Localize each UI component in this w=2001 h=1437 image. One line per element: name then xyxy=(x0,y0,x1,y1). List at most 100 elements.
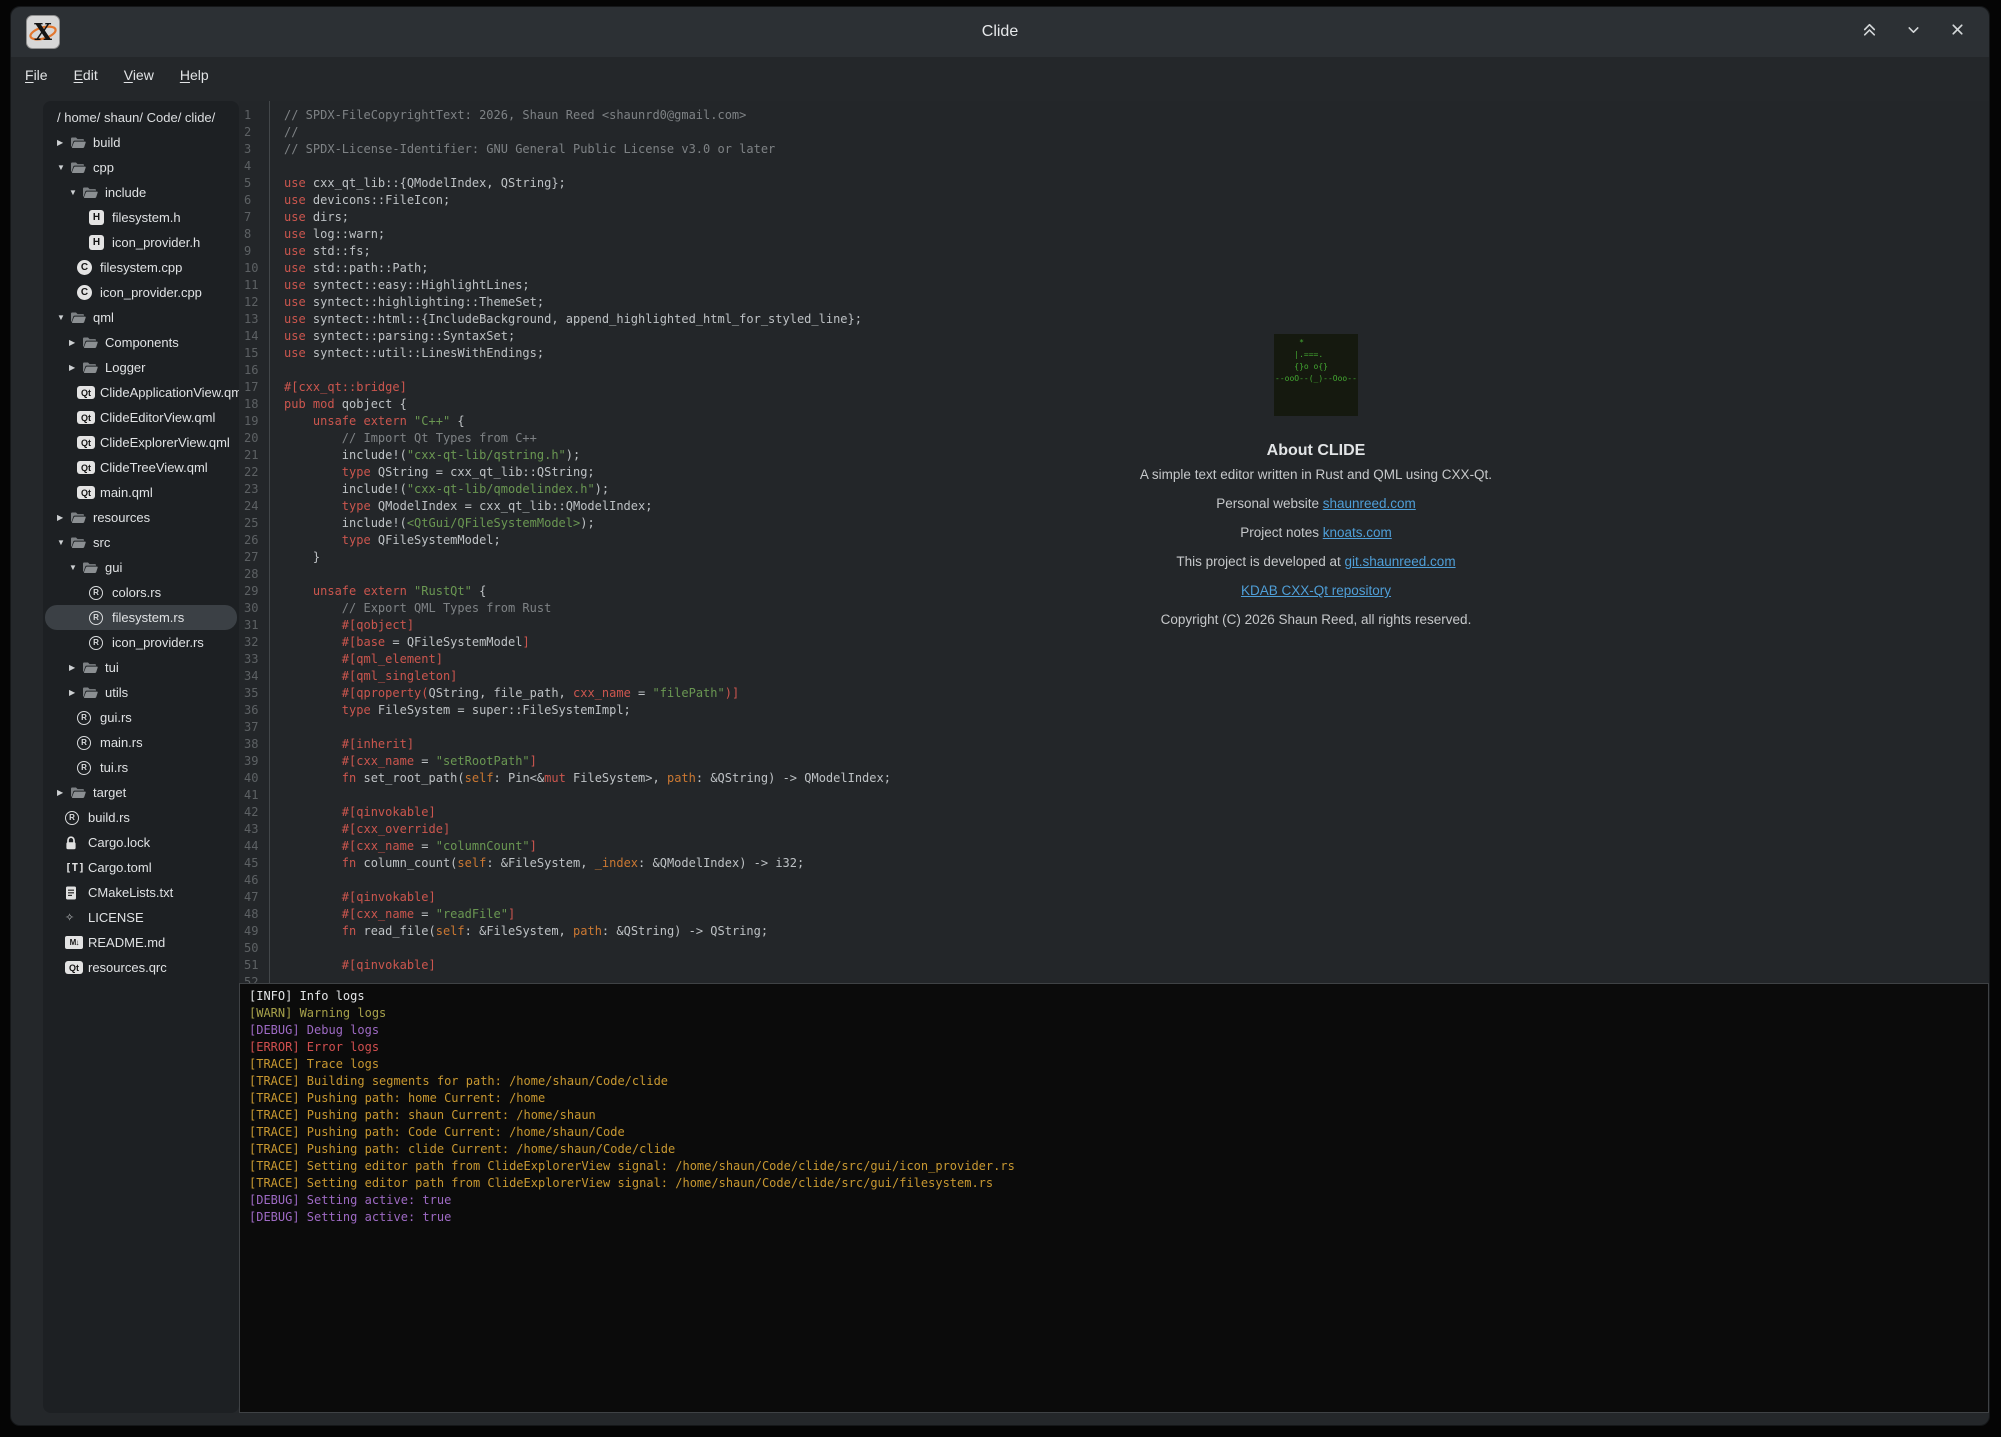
code-line[interactable]: #[qinvokable] xyxy=(284,804,1989,821)
tree-folder-qml[interactable]: ▼qml xyxy=(45,305,237,330)
code-line[interactable]: #[cxx_qt::bridge] xyxy=(284,379,1989,396)
code-line[interactable]: // SPDX-FileCopyrightText: 2026, Shaun R… xyxy=(284,107,1989,124)
tree-file-main-qml[interactable]: Qtmain.qml xyxy=(45,480,237,505)
tree-file-filesystem-rs[interactable]: Rfilesystem.rs xyxy=(45,605,237,630)
tree-file-icon-provider-h[interactable]: Hicon_provider.h xyxy=(45,230,237,255)
code-editor[interactable]: 1234567891011121314151617181920212223242… xyxy=(239,101,1989,983)
tree-file-resources-qrc[interactable]: Qtresources.qrc xyxy=(45,955,237,980)
code-line[interactable]: #[cxx_name = "setRootPath"] xyxy=(284,753,1989,770)
tree-folder-logger[interactable]: ▶Logger xyxy=(45,355,237,380)
unshade-button[interactable] xyxy=(1901,20,1925,44)
log-output-panel: [INFO] Info logs[WARN] Warning logs[DEBU… xyxy=(239,983,1989,1413)
code-line[interactable]: unsafe extern "C++" { xyxy=(284,413,1989,430)
tree-file-cargo-toml[interactable]: [T]Cargo.toml xyxy=(45,855,237,880)
about-link[interactable]: KDAB CXX-Qt repository xyxy=(1241,583,1391,598)
code-line[interactable]: #[qinvokable] xyxy=(284,957,1989,974)
code-line[interactable]: use devicons::FileIcon; xyxy=(284,192,1989,209)
tree-file-cmakelists-txt[interactable]: CMakeLists.txt xyxy=(45,880,237,905)
log-line-info: [INFO] Info logs xyxy=(249,988,1988,1005)
code-line[interactable]: fn read_file(self: &FileSystem, path: &Q… xyxy=(284,923,1989,940)
tree-folder-gui[interactable]: ▼gui xyxy=(45,555,237,580)
tree-file-gui-rs[interactable]: Rgui.rs xyxy=(45,705,237,730)
close-button[interactable] xyxy=(1945,20,1969,44)
code-token: self xyxy=(457,856,486,870)
code-line[interactable] xyxy=(284,787,1989,804)
code-token: #[qproperty( xyxy=(284,686,429,700)
tree-file-tui-rs[interactable]: Rtui.rs xyxy=(45,755,237,780)
tree-folder-src[interactable]: ▼src xyxy=(45,530,237,555)
tree-folder-resources[interactable]: ▶resources xyxy=(45,505,237,530)
menu-item-view[interactable]: View xyxy=(118,64,160,86)
tree-file-clideapplicationview-qml[interactable]: QtClideApplicationView.qml xyxy=(45,380,237,405)
menu-item-help[interactable]: Help xyxy=(174,64,215,86)
menu-item-edit[interactable]: Edit xyxy=(68,64,104,86)
code-line[interactable]: #[qml_singleton] xyxy=(284,668,1989,685)
code-line[interactable]: // SPDX-License-Identifier: GNU General … xyxy=(284,141,1989,158)
code-line[interactable]: #[qproperty(QString, file_path, cxx_name… xyxy=(284,685,1989,702)
code-line[interactable]: use dirs; xyxy=(284,209,1989,226)
tree-file-readme-md[interactable]: M↓README.md xyxy=(45,930,237,955)
qt-file-icon: Qt xyxy=(65,961,83,974)
code-line[interactable] xyxy=(284,362,1989,379)
tree-item-label: resources xyxy=(93,510,150,525)
about-link[interactable]: git.shaunreed.com xyxy=(1345,554,1456,569)
tree-item-label: target xyxy=(93,785,126,800)
qt-file-icon: Qt xyxy=(77,436,95,449)
tree-folder-include[interactable]: ▼include xyxy=(45,180,237,205)
code-line[interactable] xyxy=(284,719,1989,736)
tree-file-filesystem-cpp[interactable]: Cfilesystem.cpp xyxy=(45,255,237,280)
line-number: 43 xyxy=(244,821,269,838)
code-line[interactable]: use std::fs; xyxy=(284,243,1989,260)
code-line[interactable] xyxy=(284,158,1989,175)
code-line[interactable]: use syntect::util::LinesWithEndings; xyxy=(284,345,1989,362)
code-line[interactable] xyxy=(284,974,1989,983)
tree-folder-components[interactable]: ▶Components xyxy=(45,330,237,355)
code-line[interactable] xyxy=(284,940,1989,957)
code-token: ] xyxy=(508,907,515,921)
log-line-debug: [DEBUG] Debug logs xyxy=(249,1022,1988,1039)
code-token: syntect::easy::HighlightLines; xyxy=(313,278,530,292)
tree-file-license[interactable]: ✧LICENSE xyxy=(45,905,237,930)
code-token: ] xyxy=(530,839,537,853)
line-number: 29 xyxy=(244,583,269,600)
code-line[interactable]: fn column_count(self: &FileSystem, _inde… xyxy=(284,855,1989,872)
code-line[interactable]: pub mod qobject { xyxy=(284,396,1989,413)
code-line[interactable]: #[inherit] xyxy=(284,736,1989,753)
tree-folder-build[interactable]: ▶build xyxy=(45,130,237,155)
code-line[interactable]: use syntect::highlighting::ThemeSet; xyxy=(284,294,1989,311)
tree-folder-utils[interactable]: ▶utils xyxy=(45,680,237,705)
code-line[interactable]: #[qinvokable] xyxy=(284,889,1989,906)
tree-file-cargo-lock[interactable]: Cargo.lock xyxy=(45,830,237,855)
tree-file-icon-provider-cpp[interactable]: Cicon_provider.cpp xyxy=(45,280,237,305)
about-link[interactable]: knoats.com xyxy=(1323,525,1392,540)
code-line[interactable]: use std::path::Path; xyxy=(284,260,1989,277)
tree-file-clidetreeview-qml[interactable]: QtClideTreeView.qml xyxy=(45,455,237,480)
code-line[interactable]: #[cxx_name = "readFile"] xyxy=(284,906,1989,923)
menu-item-file[interactable]: File xyxy=(19,64,54,86)
code-line[interactable]: use log::warn; xyxy=(284,226,1989,243)
about-link[interactable]: shaunreed.com xyxy=(1323,496,1416,511)
tree-file-colors-rs[interactable]: Rcolors.rs xyxy=(45,580,237,605)
code-line[interactable]: use syntect::parsing::SyntaxSet; xyxy=(284,328,1989,345)
tree-file-clideeditorview-qml[interactable]: QtClideEditorView.qml xyxy=(45,405,237,430)
tree-folder-target[interactable]: ▶target xyxy=(45,780,237,805)
tree-folder-tui[interactable]: ▶tui xyxy=(45,655,237,680)
code-line[interactable]: // xyxy=(284,124,1989,141)
code-line[interactable]: use syntect::easy::HighlightLines; xyxy=(284,277,1989,294)
code-line[interactable]: #[qml_element] xyxy=(284,651,1989,668)
tree-file-filesystem-h[interactable]: Hfilesystem.h xyxy=(45,205,237,230)
tree-folder-cpp[interactable]: ▼cpp xyxy=(45,155,237,180)
folder-icon xyxy=(70,136,88,149)
code-line[interactable]: type FileSystem = super::FileSystemImpl; xyxy=(284,702,1989,719)
tree-file-icon-provider-rs[interactable]: Ricon_provider.rs xyxy=(45,630,237,655)
shade-button[interactable] xyxy=(1857,20,1881,44)
code-line[interactable]: fn set_root_path(self: Pin<&mut FileSyst… xyxy=(284,770,1989,787)
code-line[interactable]: use cxx_qt_lib::{QModelIndex, QString}; xyxy=(284,175,1989,192)
code-line[interactable]: #[cxx_name = "columnCount"] xyxy=(284,838,1989,855)
code-line[interactable]: use syntect::html::{IncludeBackground, a… xyxy=(284,311,1989,328)
tree-file-main-rs[interactable]: Rmain.rs xyxy=(45,730,237,755)
tree-file-build-rs[interactable]: Rbuild.rs xyxy=(45,805,237,830)
code-line[interactable] xyxy=(284,872,1989,889)
tree-file-clideexplorerview-qml[interactable]: QtClideExplorerView.qml xyxy=(45,430,237,455)
code-line[interactable]: #[cxx_override] xyxy=(284,821,1989,838)
